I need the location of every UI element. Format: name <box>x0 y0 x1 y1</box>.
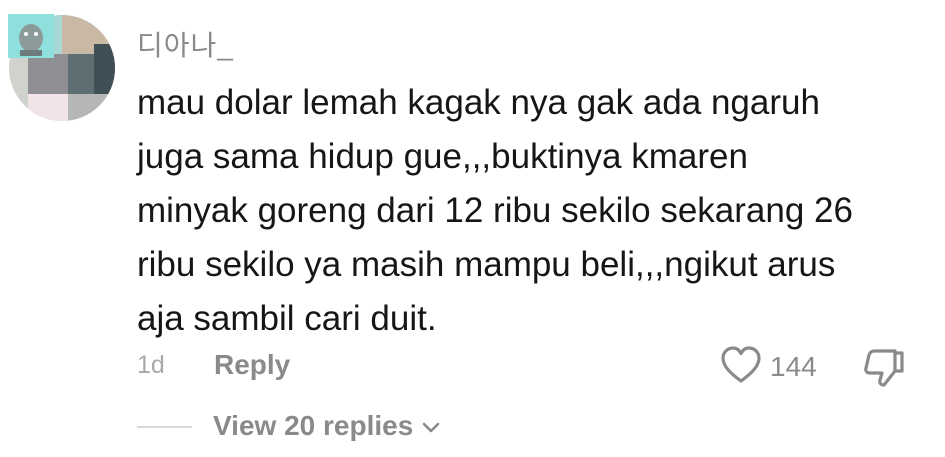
thumbs-down-icon <box>862 349 906 393</box>
chevron-down-icon <box>413 410 441 442</box>
username[interactable]: 디아나_ <box>137 24 234 64</box>
comment-text: mau dolar lemah kagak nya gak ada ngaruh… <box>137 83 853 338</box>
like-count: 144 <box>770 351 817 382</box>
heart-icon <box>720 345 762 390</box>
avatar[interactable] <box>8 14 116 122</box>
like-button[interactable]: 144 <box>720 345 817 389</box>
view-replies-label: View 20 replies <box>213 410 414 441</box>
replies-row: View 20 replies <box>0 408 945 448</box>
comment-actions: 1d Reply 144 <box>0 345 945 389</box>
dislike-button[interactable] <box>862 347 906 394</box>
comment-time: 1d <box>137 351 165 379</box>
view-replies-button[interactable]: View 20 replies <box>213 410 441 442</box>
divider <box>137 426 192 428</box>
reply-button[interactable]: Reply <box>214 349 290 381</box>
